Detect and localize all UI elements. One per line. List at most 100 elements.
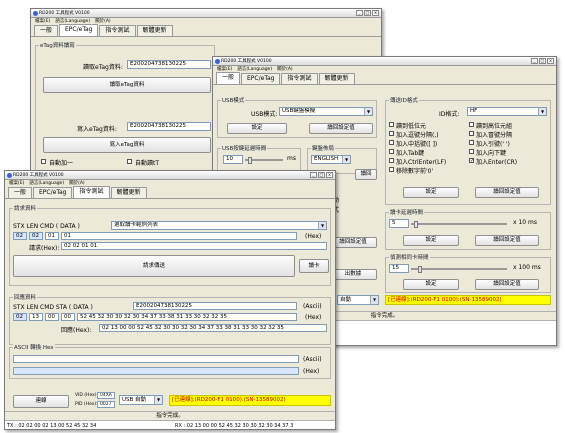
- tab-firmware[interactable]: 韌體更新: [110, 187, 147, 198]
- repeat-card-thumb[interactable]: [418, 266, 422, 273]
- option-ctrl-enter-checkbox[interactable]: [389, 158, 394, 163]
- vid-field[interactable]: 04XA: [97, 392, 115, 399]
- minimize-icon[interactable]: _: [356, 10, 363, 16]
- usb-auto-dropdown[interactable]: 自動: [337, 295, 379, 305]
- option-down-key-checkbox[interactable]: [469, 149, 474, 154]
- response-hex-data-field: 52 45 32 30 30 32 30 34 37 33 38 31 33 3…: [77, 313, 297, 321]
- usb-delay-unit: ms: [287, 155, 296, 162]
- pid-field[interactable]: 0027: [97, 401, 115, 408]
- card-delay-read-button[interactable]: 讀回設定值: [475, 235, 539, 246]
- option-colon-checkbox[interactable]: [469, 131, 474, 136]
- usb-delay-spinner[interactable]: 10: [223, 155, 243, 164]
- keyboard-layout-dropdown[interactable]: ENGLISH: [311, 155, 351, 164]
- auto-read-label: 自動讀tT: [135, 160, 160, 167]
- tab-general[interactable]: 一般: [34, 25, 59, 36]
- tx-log: TX : 02 02 00 02 13 00 52 45 32 34: [7, 423, 97, 429]
- option-enter-checkbox[interactable]: ✓: [469, 158, 474, 164]
- response-sta-field: 00: [61, 313, 75, 321]
- repeat-card-slider[interactable]: [411, 266, 507, 273]
- close-icon[interactable]: ×: [547, 58, 554, 64]
- usb-delay-thumb[interactable]: [248, 157, 252, 164]
- tab-command-test[interactable]: 指令測試: [73, 186, 110, 198]
- card-delay-thumb[interactable]: [414, 221, 418, 228]
- card-delay-spinner[interactable]: 5: [389, 219, 409, 228]
- menu-file[interactable]: 檔案(E): [9, 180, 24, 187]
- card-delay-set-button[interactable]: 設定: [403, 235, 459, 246]
- tab-command-test[interactable]: 指令測試: [281, 73, 318, 84]
- menu-language[interactable]: 語言(Language): [29, 180, 64, 187]
- layout-read-button[interactable]: 讀回: [355, 169, 377, 180]
- option-comma-checkbox[interactable]: [389, 131, 394, 136]
- read-field-label: 讀取eTag資料:: [83, 64, 123, 71]
- connect-button[interactable]: 連線: [13, 395, 69, 408]
- menu-language[interactable]: 語言(Language): [237, 66, 272, 73]
- option-tab-checkbox[interactable]: [389, 149, 394, 154]
- request-stx-field[interactable]: 02: [13, 232, 27, 240]
- repeat-card-read-button[interactable]: 讀回設定值: [475, 279, 539, 290]
- usb-mode-auto-dropdown[interactable]: USB 自動: [119, 395, 163, 405]
- option-low-bit-checkbox[interactable]: [389, 122, 394, 127]
- request-headers: STX LEN CMD ( DATA ): [13, 223, 80, 230]
- request-cmd-field[interactable]: 01: [45, 232, 59, 240]
- maximize-icon[interactable]: □: [539, 58, 546, 64]
- read-etag-field[interactable]: E2002047381302​25: [127, 60, 211, 69]
- usb-mode-label: USB模式:: [251, 111, 278, 118]
- id-format-dropdown[interactable]: HF: [467, 107, 547, 116]
- tab-epc[interactable]: EPC/eTag: [33, 187, 73, 198]
- tab-command-test[interactable]: 指令測試: [99, 25, 136, 36]
- front-titlebar: RD200 工具程式 V0100 _ □ ×: [5, 171, 335, 180]
- tab-epc[interactable]: EPC/eTag: [241, 73, 281, 84]
- middle-titlebar: RD200 工具程式 V0100 _ □ ×: [213, 57, 556, 66]
- hex-output-field[interactable]: [13, 367, 299, 375]
- request-example-dropdown[interactable]: 選取讀卡範例列表: [111, 221, 327, 230]
- card-delay-slider[interactable]: [411, 221, 507, 228]
- close-icon[interactable]: ×: [326, 172, 333, 178]
- maximize-icon[interactable]: □: [364, 10, 371, 16]
- option-bracket-checkbox[interactable]: [389, 140, 394, 145]
- minimize-icon[interactable]: _: [531, 58, 538, 64]
- option-remove-zero-label: 移除數字前'0': [396, 168, 434, 175]
- tab-general[interactable]: 一般: [216, 72, 241, 84]
- maximize-icon[interactable]: □: [318, 172, 325, 178]
- send-id-format-group-label: 傳送ID格式: [389, 96, 419, 104]
- ascii-convert-group-label: ASCII 轉換 Hex: [13, 343, 55, 351]
- side-out-data-button[interactable]: 出數據: [329, 269, 377, 280]
- window-title: RD200 工具程式 V0100: [221, 59, 272, 64]
- read-card-button[interactable]: 讀卡: [299, 259, 329, 273]
- tab-epc[interactable]: EPC/eTag: [59, 24, 99, 36]
- usb-mode-dropdown[interactable]: USB鍵盤模擬: [279, 107, 373, 116]
- response-hex-unit: (Hex): [305, 314, 322, 321]
- repeat-card-set-button[interactable]: 設定: [403, 279, 459, 290]
- response-group-label: 回應資料: [13, 293, 38, 301]
- read-etag-button[interactable]: 讀取eTag資料: [43, 77, 211, 93]
- close-icon[interactable]: ×: [372, 10, 379, 16]
- tab-firmware[interactable]: 韌體更新: [318, 73, 355, 84]
- tab-firmware[interactable]: 韌體更新: [136, 25, 173, 36]
- send-read-setting-button[interactable]: 讀回設定值: [475, 187, 539, 198]
- option-high-byte-checkbox[interactable]: [469, 122, 474, 127]
- option-remove-zero-checkbox[interactable]: [389, 167, 394, 172]
- auto-read-checkbox[interactable]: [127, 159, 132, 164]
- minimize-icon[interactable]: _: [310, 172, 317, 178]
- ascii-input-field[interactable]: [13, 355, 299, 363]
- menu-about[interactable]: 關於(A): [277, 66, 293, 73]
- send-request-button[interactable]: 請求傳送: [13, 255, 295, 277]
- card-delay-unit: x 10 ms: [513, 219, 537, 226]
- write-etag-field[interactable]: E2002047381302​25: [127, 122, 211, 131]
- request-data-field[interactable]: 01: [61, 232, 297, 240]
- usb-delay-slider[interactable]: [245, 157, 283, 164]
- menu-file[interactable]: 檔案(E): [35, 18, 50, 25]
- usb-set-button[interactable]: 設定: [227, 123, 287, 134]
- write-etag-button[interactable]: 寫入eTag資料: [43, 137, 211, 153]
- tab-general[interactable]: 一般: [8, 187, 33, 198]
- status-bar: 指令完成。: [5, 411, 335, 419]
- side-read-setting-button[interactable]: 讀回設定值: [329, 237, 377, 248]
- menubar: 檔案(E) 語言(Language) 關於(A): [213, 66, 556, 73]
- request-len-field[interactable]: 02: [29, 232, 43, 240]
- option-quote-checkbox[interactable]: [469, 140, 474, 145]
- send-set-button[interactable]: 設定: [403, 187, 459, 198]
- repeat-card-spinner[interactable]: 15: [389, 264, 409, 273]
- repeat-card-unit: x 100 ms: [513, 264, 541, 271]
- usb-read-setting-button[interactable]: 讀回設定值: [309, 123, 373, 134]
- auto-add-checkbox[interactable]: [41, 159, 46, 164]
